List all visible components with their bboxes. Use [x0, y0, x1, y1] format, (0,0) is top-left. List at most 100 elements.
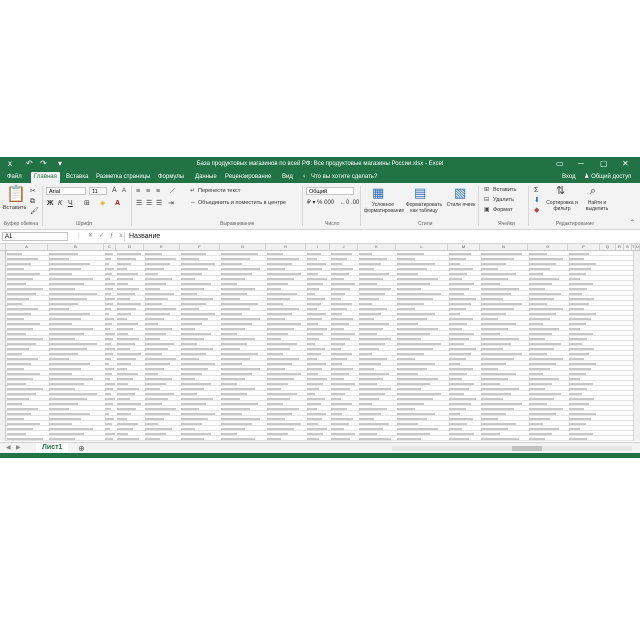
grid-cell[interactable] — [359, 312, 381, 315]
grid-cell[interactable] — [221, 402, 258, 405]
grid-cell[interactable] — [331, 377, 344, 380]
grid-cell[interactable] — [331, 422, 349, 425]
grid-cell[interactable] — [449, 402, 471, 405]
grid-cell[interactable] — [145, 307, 176, 310]
grid-cell[interactable] — [105, 372, 112, 375]
grid-cell[interactable] — [331, 432, 355, 435]
grid-cell[interactable] — [7, 322, 41, 325]
grid-cell[interactable] — [7, 382, 27, 385]
close-icon[interactable]: ✕ — [622, 158, 629, 170]
grid-cell[interactable] — [569, 387, 588, 390]
grid-cell[interactable] — [529, 352, 548, 355]
grid-cell[interactable] — [145, 322, 158, 325]
grid-cell[interactable] — [359, 402, 373, 405]
grid-cell[interactable] — [529, 317, 550, 320]
grid-cell[interactable] — [397, 357, 416, 360]
grid-cell[interactable] — [359, 382, 377, 385]
grid-cell[interactable] — [181, 262, 215, 265]
align-bottom-icon[interactable]: ≡ — [156, 187, 160, 196]
grid-cell[interactable] — [449, 287, 470, 290]
grid-cell[interactable] — [105, 317, 114, 320]
grid-cell[interactable] — [529, 412, 557, 415]
grid-cell[interactable] — [307, 312, 327, 315]
grid-cell[interactable] — [331, 252, 352, 255]
grid-cell[interactable] — [331, 402, 352, 405]
grid-cell[interactable] — [181, 357, 200, 360]
grid-cell[interactable] — [49, 277, 94, 280]
grid-cell[interactable] — [307, 397, 325, 400]
grid-cell[interactable] — [221, 327, 245, 330]
grid-cell[interactable] — [221, 297, 240, 300]
grid-cell[interactable] — [145, 392, 174, 395]
grid-cell[interactable] — [449, 257, 466, 260]
grid-cell[interactable] — [145, 402, 162, 405]
grid-cell[interactable] — [529, 287, 546, 290]
grid-cell[interactable] — [105, 377, 110, 380]
grid-cell[interactable] — [105, 257, 112, 260]
grid-cell[interactable] — [397, 257, 416, 260]
paste-icon[interactable]: 📋 — [6, 187, 26, 203]
grid-cell[interactable] — [117, 292, 135, 295]
grid-cell[interactable] — [529, 282, 552, 285]
grid-cell[interactable] — [267, 417, 286, 420]
grid-cell[interactable] — [359, 277, 383, 280]
grid-cell[interactable] — [331, 412, 343, 415]
grid-cell[interactable] — [267, 367, 286, 370]
grid-cell[interactable] — [117, 332, 129, 335]
grid-cell[interactable] — [181, 252, 207, 255]
grid-cell[interactable] — [359, 352, 373, 355]
grid-cell[interactable] — [221, 337, 255, 340]
grid-cell[interactable] — [267, 397, 290, 400]
column-header-h[interactable]: H — [266, 244, 306, 250]
grid-cell[interactable] — [145, 382, 166, 385]
grid-cell[interactable] — [307, 267, 323, 270]
grid-cell[interactable] — [221, 382, 238, 385]
grid-cell[interactable] — [397, 417, 427, 420]
grid-cell[interactable] — [331, 327, 344, 330]
grid-cell[interactable] — [307, 282, 324, 285]
grid-cell[interactable] — [331, 342, 346, 345]
grid-cell[interactable] — [267, 437, 281, 440]
grid-cell[interactable] — [529, 422, 543, 425]
cell-styles-icon[interactable]: ▧ — [454, 186, 466, 199]
grid-cell[interactable] — [7, 427, 34, 430]
grid-cell[interactable] — [529, 402, 548, 405]
fill-color-icon[interactable]: ◈ — [100, 199, 105, 208]
grid-cell[interactable] — [397, 262, 436, 265]
grid-cell[interactable] — [221, 367, 261, 370]
grid-cell[interactable] — [397, 437, 421, 440]
grid-cell[interactable] — [569, 337, 588, 340]
grid-cell[interactable] — [331, 282, 355, 285]
grid-cell[interactable] — [221, 357, 250, 360]
align-top-icon[interactable]: ≡ — [136, 187, 140, 196]
grid-cell[interactable] — [569, 262, 597, 265]
grid-cell[interactable] — [397, 337, 421, 340]
grid-cell[interactable] — [397, 302, 424, 305]
grid-cell[interactable] — [569, 362, 597, 365]
grid-cell[interactable] — [481, 402, 522, 405]
column-header-a[interactable]: A — [6, 244, 48, 250]
grid-cell[interactable] — [569, 372, 586, 375]
grid-cell[interactable] — [117, 322, 138, 325]
horizontal-scroll-thumb[interactable] — [512, 446, 542, 451]
grid-cell[interactable] — [359, 282, 377, 285]
grid-cell[interactable] — [221, 262, 243, 265]
grid-cell[interactable] — [105, 332, 115, 335]
grid-cell[interactable] — [331, 257, 348, 260]
grid-cell[interactable] — [397, 272, 419, 275]
grid-cell[interactable] — [529, 367, 550, 370]
align-middle-icon[interactable]: ≡ — [146, 187, 150, 196]
grid-cell[interactable] — [105, 282, 115, 285]
grid-cell[interactable] — [117, 317, 127, 320]
grid-cell[interactable] — [221, 417, 261, 420]
grid-cell[interactable] — [359, 322, 390, 325]
grid-cell[interactable] — [145, 292, 174, 295]
grid-cell[interactable] — [267, 302, 284, 305]
column-header-o[interactable]: O — [528, 244, 568, 250]
grid-cell[interactable] — [331, 262, 343, 265]
grid-cell[interactable] — [481, 262, 506, 265]
grid-cell[interactable] — [331, 322, 349, 325]
grid-cell[interactable] — [359, 272, 390, 275]
grid-cell[interactable] — [181, 257, 200, 260]
grid-cell[interactable] — [569, 377, 581, 380]
